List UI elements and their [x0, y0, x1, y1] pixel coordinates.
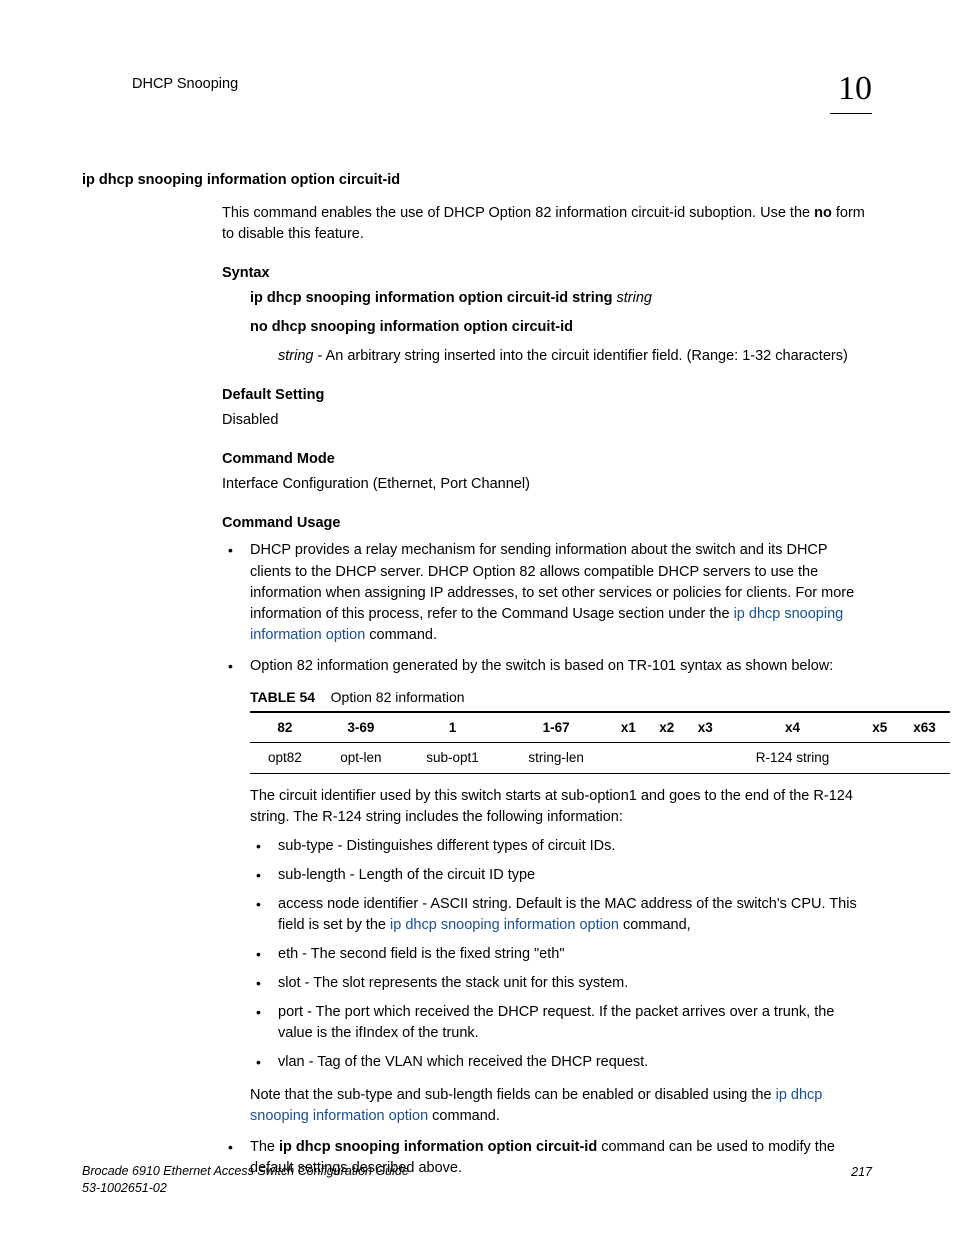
li-3: eth - The second field is the fixed stri…	[278, 946, 565, 962]
th-7: x4	[724, 712, 860, 743]
table-caption-text: Option 82 information	[331, 689, 465, 705]
list-item: sub-length - Length of the circuit ID ty…	[250, 865, 872, 886]
li-0: sub-type - Distinguishes different types…	[278, 838, 615, 854]
th-1: 3-69	[320, 712, 402, 743]
intro-paragraph: This command enables the use of DHCP Opt…	[222, 203, 872, 245]
list-item: slot - The slot represents the stack uni…	[250, 973, 872, 994]
header-section-title: DHCP Snooping	[132, 64, 238, 95]
footer-left: Brocade 6910 Ethernet Access Switch Conf…	[82, 1163, 409, 1197]
th-6: x3	[686, 712, 724, 743]
usage-list: DHCP provides a relay mechanism for send…	[222, 540, 872, 676]
td-0: opt82	[250, 743, 320, 774]
circuit-id-list: sub-type - Distinguishes different types…	[250, 836, 872, 1073]
td-5	[648, 743, 686, 774]
li-2-link[interactable]: ip dhcp snooping information option	[390, 917, 619, 933]
th-5: x2	[648, 712, 686, 743]
table-row: opt82 opt-len sub-opt1 string-len R-124 …	[250, 743, 950, 774]
list-item: access node identifier - ASCII string. D…	[250, 894, 872, 936]
footer-page-number: 217	[851, 1163, 872, 1197]
note-a: Note that the sub-type and sub-length fi…	[250, 1087, 776, 1103]
syntax-param-desc: - An arbitrary string inserted into the …	[313, 348, 847, 364]
chapter-number: 10	[830, 64, 872, 114]
td-3: string-len	[503, 743, 609, 774]
th-8: x5	[861, 712, 899, 743]
usage-bullet-1: DHCP provides a relay mechanism for send…	[222, 540, 872, 645]
table-label: TABLE 54	[250, 689, 315, 705]
li-5: port - The port which received the DHCP …	[278, 1004, 834, 1041]
note-b: command.	[428, 1108, 500, 1124]
td-6	[686, 743, 724, 774]
syntax-param: string - An arbitrary string inserted in…	[278, 346, 872, 367]
default-value: Disabled	[222, 410, 872, 431]
td-8	[861, 743, 899, 774]
usage-bullet-2: Option 82 information generated by the s…	[222, 656, 872, 677]
page-header: DHCP Snooping 10	[132, 64, 872, 114]
list-item: sub-type - Distinguishes different types…	[250, 836, 872, 857]
intro-text-a: This command enables the use of DHCP Opt…	[222, 205, 814, 221]
b3-bold: ip dhcp snooping information option circ…	[279, 1139, 597, 1155]
syntax-param-name: string	[278, 348, 313, 364]
footer-doc-title: Brocade 6910 Ethernet Access Switch Conf…	[82, 1163, 409, 1180]
usage-b2: Option 82 information generated by the s…	[250, 658, 833, 674]
table-caption: TABLE 54 Option 82 information	[250, 687, 872, 707]
mode-value: Interface Configuration (Ethernet, Port …	[222, 474, 872, 495]
th-0: 82	[250, 712, 320, 743]
table-header-row: 82 3-69 1 1-67 x1 x2 x3 x4 x5 x63	[250, 712, 950, 743]
li-2-post: command,	[619, 917, 691, 933]
note-paragraph: Note that the sub-type and sub-length fi…	[250, 1085, 872, 1127]
td-7: R-124 string	[724, 743, 860, 774]
td-1: opt-len	[320, 743, 402, 774]
intro-no: no	[814, 205, 832, 221]
syntax-heading: Syntax	[222, 263, 872, 284]
usage-heading: Command Usage	[222, 513, 872, 534]
default-heading: Default Setting	[222, 385, 872, 406]
list-item: vlan - Tag of the VLAN which received th…	[250, 1052, 872, 1073]
syntax-1-italic: string	[612, 290, 652, 306]
li-4: slot - The slot represents the stack uni…	[278, 975, 628, 991]
mode-heading: Command Mode	[222, 449, 872, 470]
td-9	[899, 743, 950, 774]
footer-doc-id: 53-1002651-02	[82, 1180, 409, 1197]
list-item: port - The port which received the DHCP …	[250, 1002, 872, 1044]
syntax-line-1: ip dhcp snooping information option circ…	[250, 288, 872, 309]
option82-table: 82 3-69 1 1-67 x1 x2 x3 x4 x5 x63 opt82 …	[250, 711, 950, 774]
command-title: ip dhcp snooping information option circ…	[82, 170, 872, 191]
usage-b1-b: command.	[365, 627, 437, 643]
syntax-2-bold: no dhcp snooping information option circ…	[250, 319, 573, 335]
syntax-line-2: no dhcp snooping information option circ…	[250, 317, 872, 338]
th-3: 1-67	[503, 712, 609, 743]
th-2: 1	[402, 712, 503, 743]
th-9: x63	[899, 712, 950, 743]
th-4: x1	[609, 712, 647, 743]
li-1: sub-length - Length of the circuit ID ty…	[278, 867, 535, 883]
td-2: sub-opt1	[402, 743, 503, 774]
list-item: eth - The second field is the fixed stri…	[250, 944, 872, 965]
td-4	[609, 743, 647, 774]
li-6: vlan - Tag of the VLAN which received th…	[278, 1054, 648, 1070]
syntax-1-bold: ip dhcp snooping information option circ…	[250, 290, 612, 306]
after-table-p1: The circuit identifier used by this swit…	[250, 786, 872, 828]
b3-a: The	[250, 1139, 279, 1155]
page-footer: Brocade 6910 Ethernet Access Switch Conf…	[82, 1163, 872, 1197]
